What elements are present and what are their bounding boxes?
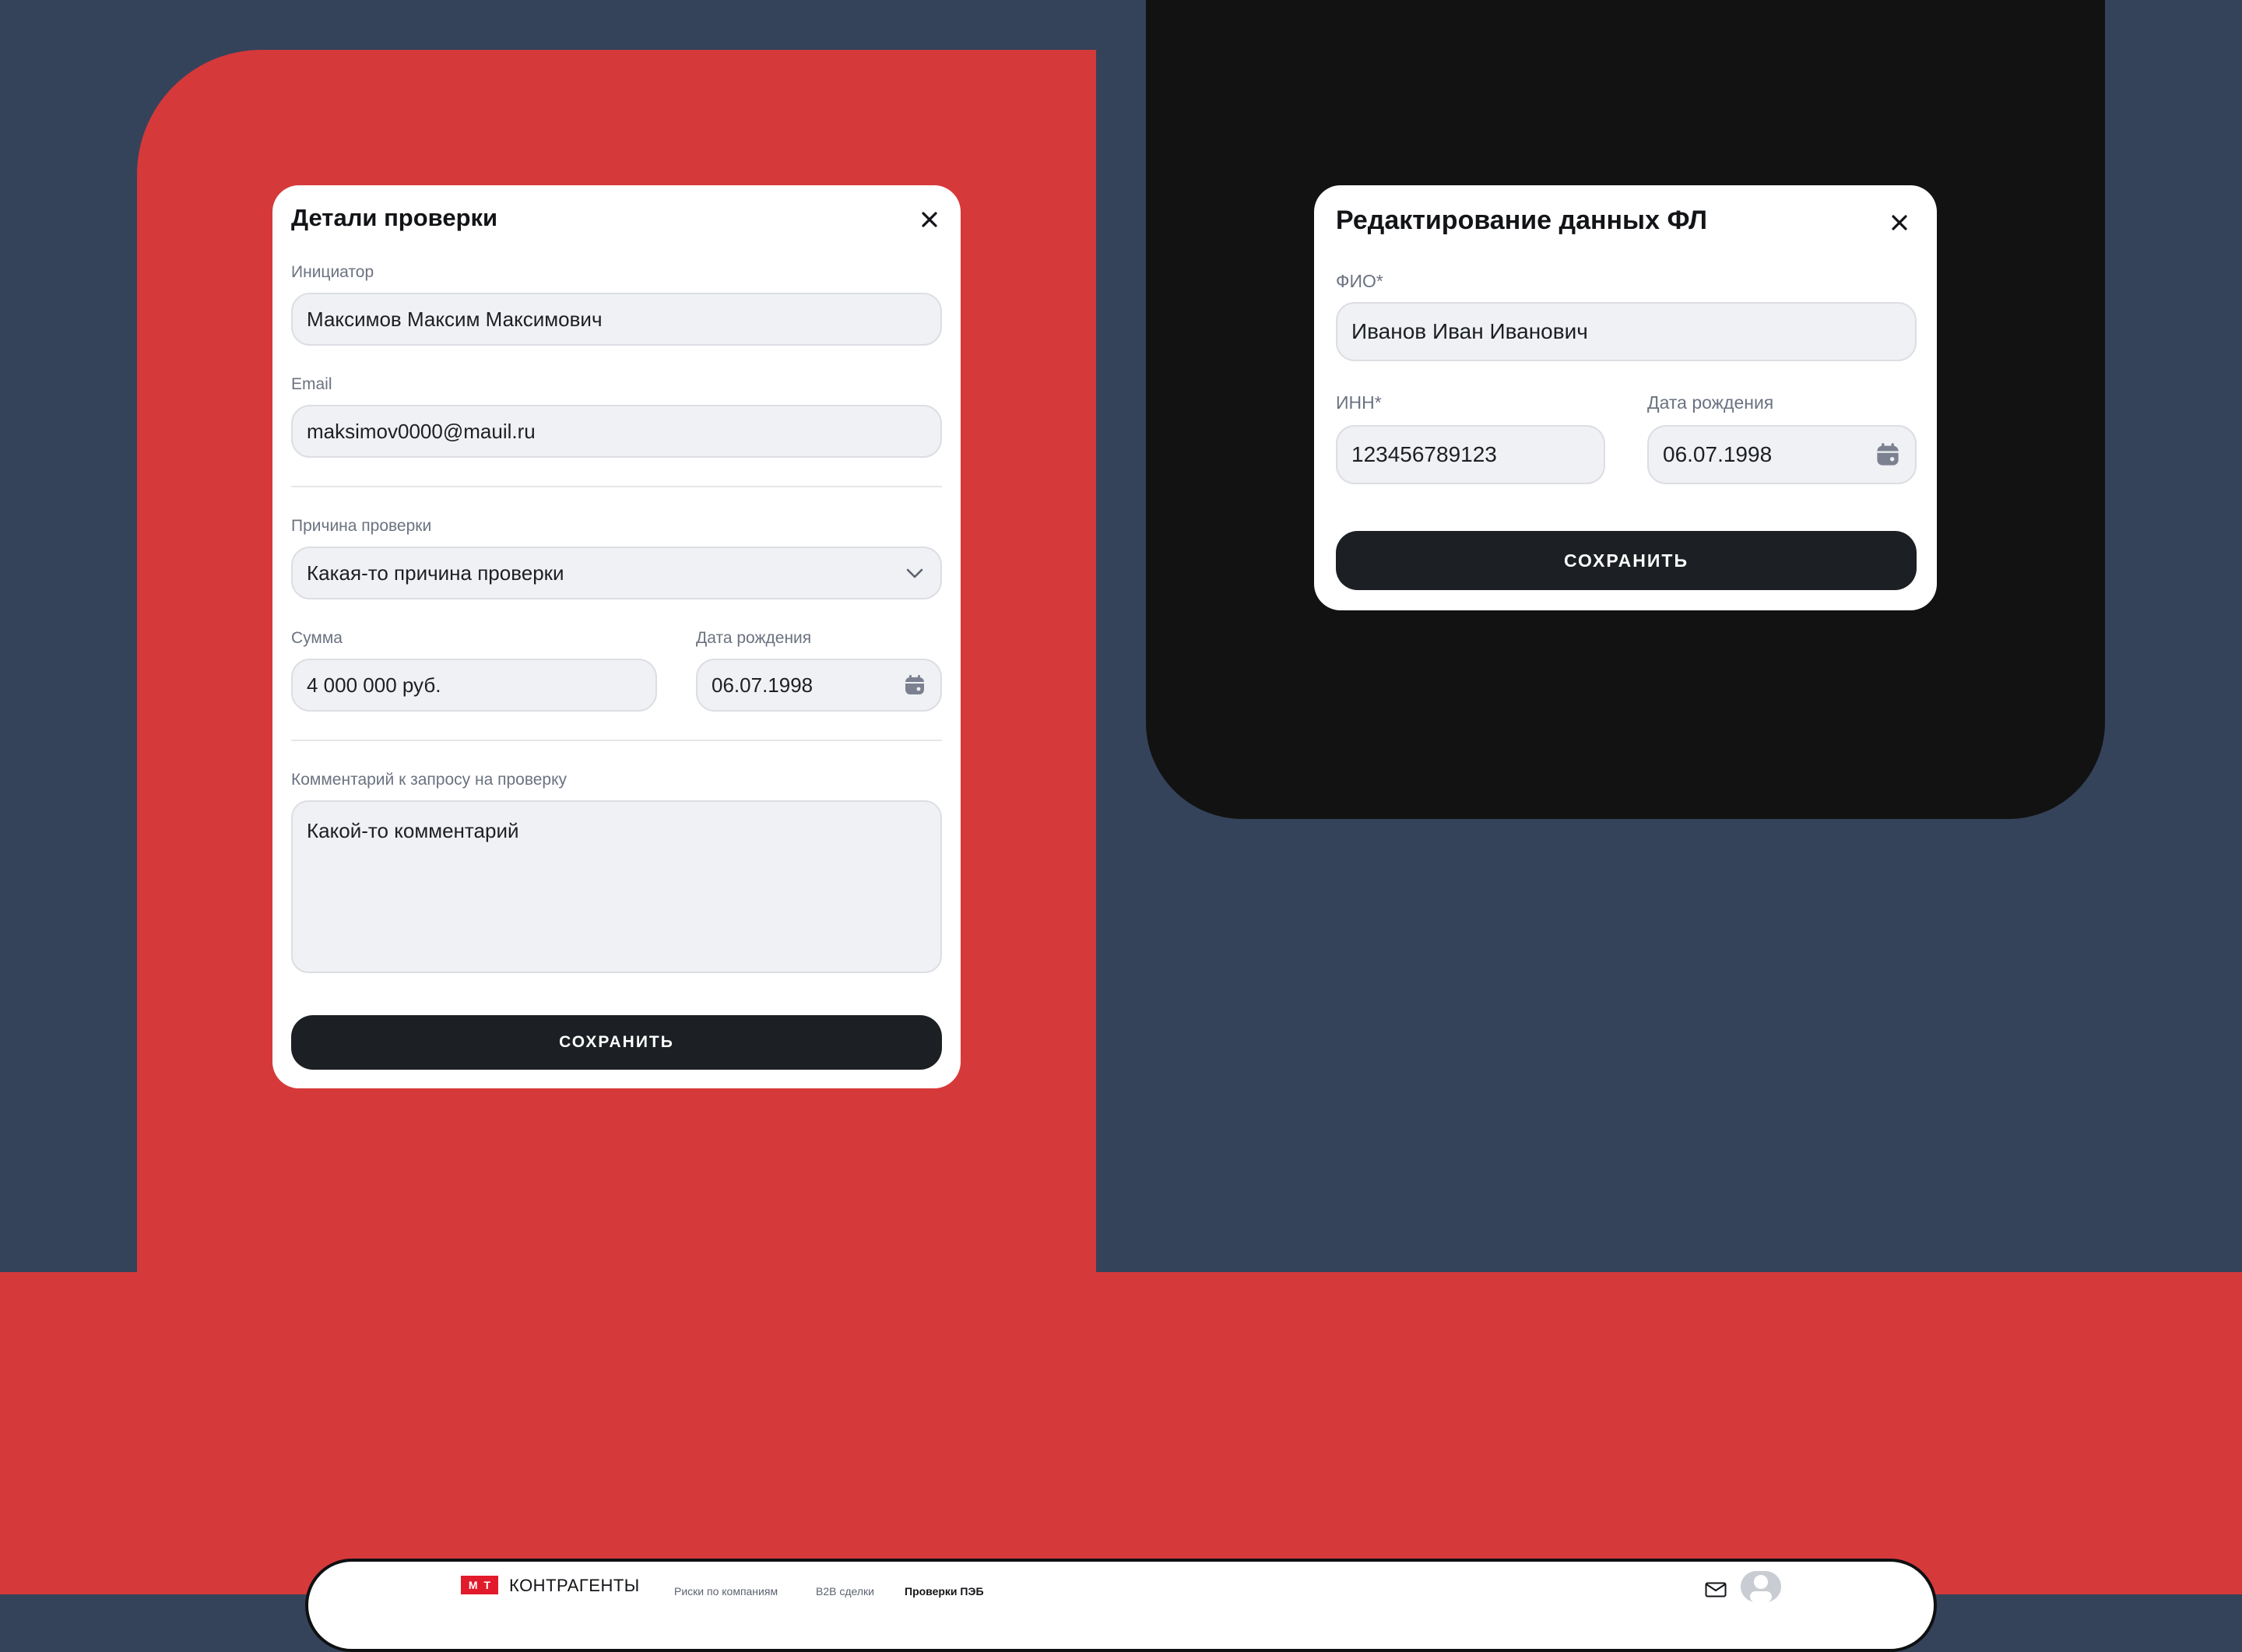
- fio-label: ФИО*: [1336, 271, 1383, 291]
- mail-icon[interactable]: [1705, 1582, 1727, 1598]
- birth-date-value: 06.07.1998: [1663, 442, 1773, 466]
- save-button-label: СОХРАНИТЬ: [559, 1033, 674, 1051]
- birth-date-label: Дата рождения: [1647, 392, 1774, 413]
- modal-title: Детали проверки: [291, 204, 498, 231]
- initiator-value: Максимов Максим Максимович: [307, 307, 603, 331]
- logo-text: КОНТРАГЕНТЫ: [509, 1576, 640, 1595]
- inn-label: ИНН*: [1336, 392, 1382, 413]
- email-field[interactable]: maksimov0000@mauil.ru: [291, 405, 942, 458]
- birth-date-field[interactable]: 06.07.1998: [1647, 425, 1917, 484]
- initiator-field[interactable]: Максимов Максим Максимович: [291, 293, 942, 346]
- save-button[interactable]: СОХРАНИТЬ: [1336, 531, 1917, 590]
- nav-link-b2b-deals[interactable]: B2B сделки: [816, 1585, 874, 1598]
- close-icon: [1892, 215, 1907, 230]
- check-details-modal: Детали проверки Инициатор Максимов Макси…: [272, 185, 961, 1088]
- fio-value: Иванов Иван Иванович: [1351, 319, 1588, 343]
- modal-title: Редактирование данных ФЛ: [1336, 206, 1708, 235]
- background-red-band: [0, 1272, 2242, 1594]
- birth-date-label: Дата рождения: [696, 629, 812, 647]
- close-icon: [922, 212, 937, 227]
- email-value: maksimov0000@mauil.ru: [307, 419, 536, 443]
- avatar-icon[interactable]: [1741, 1571, 1781, 1602]
- initiator-label: Инициатор: [291, 263, 374, 281]
- chevron-down-icon: [903, 561, 926, 585]
- calendar-icon[interactable]: [1875, 441, 1901, 468]
- logo-letter: М: [468, 1579, 478, 1591]
- nav-link-company-risks[interactable]: Риски по компаниям: [674, 1585, 778, 1598]
- section-divider: [291, 740, 942, 741]
- amount-field[interactable]: 4 000 000 руб.: [291, 659, 657, 712]
- comment-value: Какой-то комментарий: [307, 819, 519, 842]
- reason-select[interactable]: Какая-то причина проверки: [291, 547, 942, 599]
- comment-textarea[interactable]: Какой-то комментарий: [291, 800, 942, 973]
- section-divider: [291, 486, 942, 487]
- fio-field[interactable]: Иванов Иван Иванович: [1336, 302, 1917, 361]
- logo-mark: М Т: [461, 1576, 498, 1594]
- amount-value: 4 000 000 руб.: [307, 673, 441, 697]
- inn-value: 123456789123: [1351, 442, 1497, 466]
- reason-value: Какая-то причина проверки: [307, 561, 564, 585]
- close-button[interactable]: [914, 204, 945, 235]
- save-button[interactable]: СОХРАНИТЬ: [291, 1015, 942, 1070]
- birth-date-value: 06.07.1998: [712, 673, 814, 697]
- inn-field[interactable]: 123456789123: [1336, 425, 1605, 484]
- save-button-label: СОХРАНИТЬ: [1563, 550, 1689, 571]
- edit-person-modal: Редактирование данных ФЛ ФИО* Иванов Ива…: [1314, 185, 1937, 610]
- calendar-icon[interactable]: [903, 673, 926, 697]
- nav-link-peb-checks[interactable]: Проверки ПЭБ: [905, 1585, 984, 1598]
- email-label: Email: [291, 375, 332, 393]
- logo-letter: Т: [483, 1579, 491, 1591]
- comment-label: Комментарий к запросу на проверку: [291, 771, 568, 789]
- amount-label: Сумма: [291, 629, 343, 647]
- birth-date-field[interactable]: 06.07.1998: [696, 659, 942, 712]
- close-button[interactable]: [1884, 207, 1915, 238]
- reason-label: Причина проверки: [291, 517, 432, 535]
- app-window-frame: [305, 1559, 1937, 1652]
